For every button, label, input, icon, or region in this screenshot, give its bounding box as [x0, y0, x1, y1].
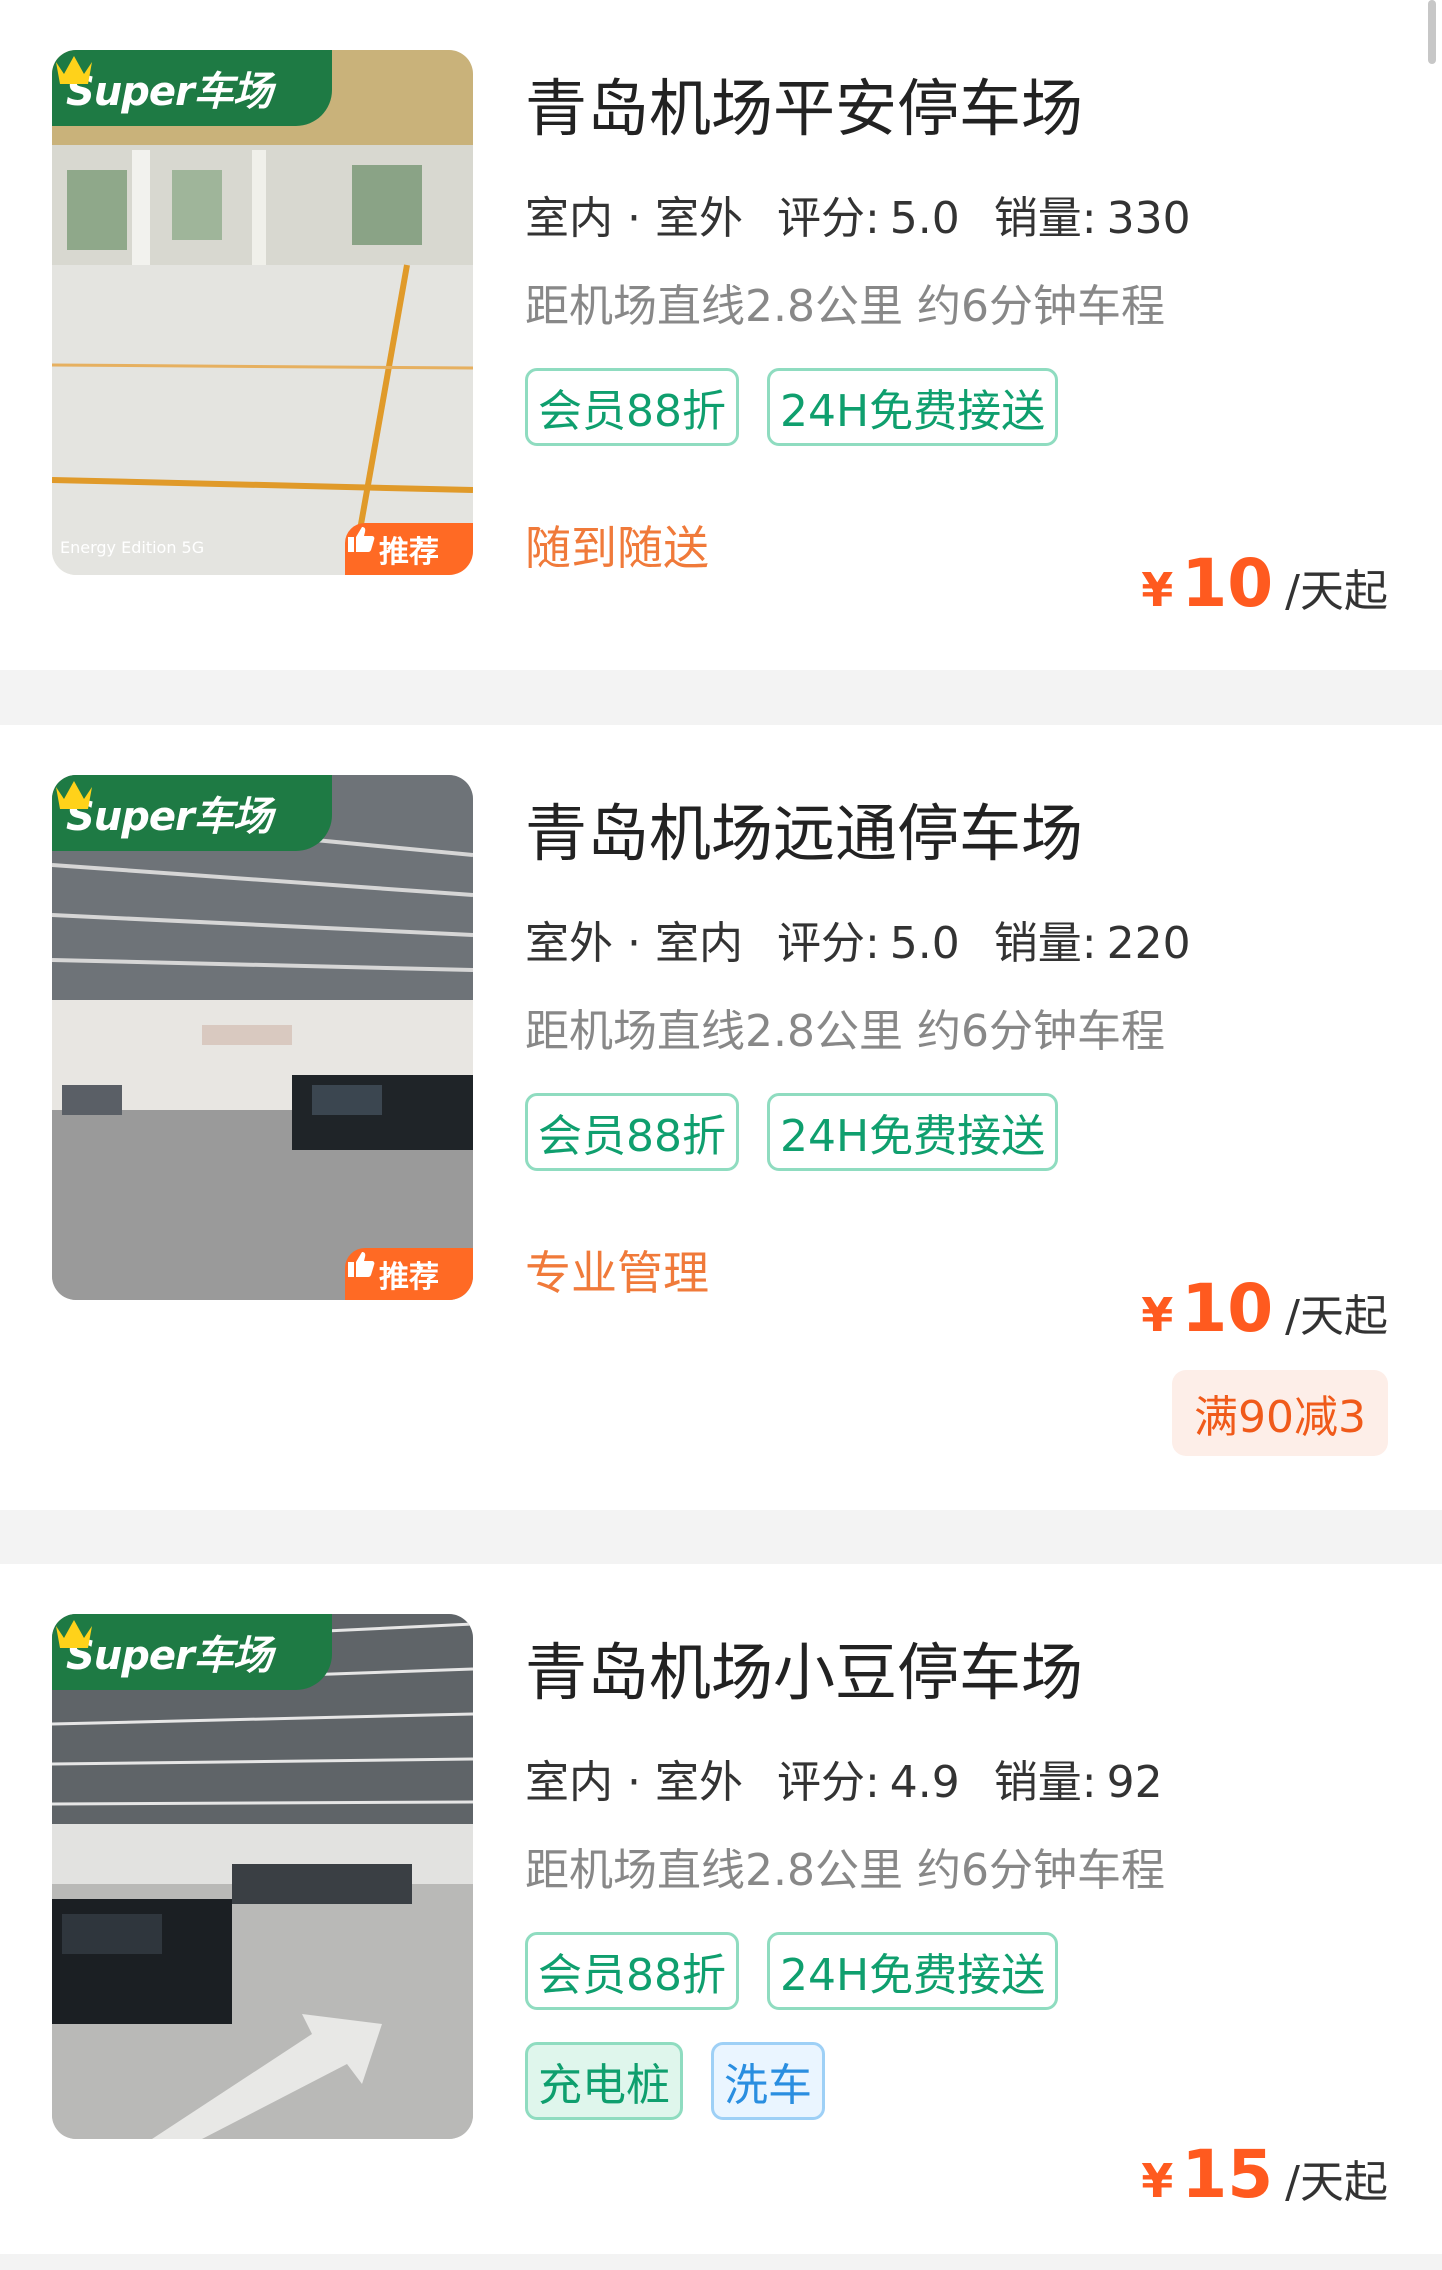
thumbs-up-icon [348, 1252, 375, 1277]
rating-label: 评分: [776, 1757, 880, 1808]
rating-label: 评分: [776, 918, 880, 969]
parking-title: 青岛机场小豆停车场 [525, 1636, 1084, 1709]
recommend-label: 推荐 [379, 535, 439, 570]
tag-row: 会员88折 24H免费接送 [525, 1093, 1059, 1171]
recommend-badge: 推荐 [345, 523, 473, 575]
large-warehouse-garage-photo [52, 1614, 473, 2139]
meta-row: 室外 · 室内 评分: 5.0 销量: 220 [525, 907, 1225, 977]
rating-label: 评分: [776, 193, 880, 244]
tag-row: 会员88折 24H免费接送 [525, 1932, 1059, 2010]
price-unit: /天起 [1285, 1291, 1388, 1342]
thumbs-up-icon [348, 527, 375, 552]
parking-photo: Super车场 推荐 [52, 775, 473, 1300]
super-badge: Super车场 [52, 50, 332, 126]
super-badge-label: Super车场 [66, 69, 273, 115]
price-unit: /天起 [1285, 566, 1388, 617]
price-symbol: ¥ [1141, 2154, 1174, 2208]
parking-title: 青岛机场远通停车场 [525, 797, 1084, 870]
sales-label: 销量: [993, 1757, 1097, 1808]
service-text: 专业管理 [525, 1246, 709, 1300]
tag-car-wash: 洗车 [711, 2042, 825, 2120]
super-badge: Super车场 [52, 775, 332, 851]
price: ¥ 10 /天起 [1141, 545, 1388, 622]
recommend-label: 推荐 [379, 1260, 439, 1295]
distance-text: 距机场直线2.8公里 约6分钟车程 [525, 1845, 1165, 1896]
sales-value: 220 [1106, 918, 1191, 969]
scrollbar[interactable] [1428, 0, 1436, 64]
rating-value: 4.9 [889, 1757, 960, 1808]
indoor-garage-photo [52, 50, 473, 575]
promo-badge: 满90减3 [1172, 1370, 1388, 1456]
warehouse-garage-photo [52, 775, 473, 1300]
tag-row: 会员88折 24H免费接送 [525, 368, 1059, 446]
parking-title: 青岛机场平安停车场 [525, 72, 1084, 145]
crown-icon [56, 1620, 92, 1648]
location-type: 室外 · 室内 [525, 907, 743, 977]
super-badge-label: Super车场 [66, 794, 273, 840]
sales-value: 92 [1106, 1757, 1163, 1808]
facility-tag-row: 充电桩 洗车 [525, 2042, 825, 2120]
meta-row: 室内 · 室外 评分: 5.0 销量: 330 [525, 182, 1225, 252]
tag-member-discount: 会员88折 [525, 1932, 739, 2010]
tag-shuttle: 24H免费接送 [767, 1932, 1059, 2010]
price: ¥ 10 /天起 [1141, 1270, 1388, 1347]
price-unit: /天起 [1285, 2157, 1388, 2208]
sales-value: 330 [1106, 193, 1191, 244]
distance-text: 距机场直线2.8公里 约6分钟车程 [525, 281, 1165, 332]
location-type-label: 室内 · 室外 [525, 193, 743, 244]
parking-card[interactable]: Super车场 青岛机场小豆停车场 室内 · 室外 评分: 4.9 销量: 92… [0, 1564, 1442, 2254]
parking-card[interactable]: Super车场 推荐 Energy Edition 5G 青岛机场平安停车场 室… [0, 0, 1442, 670]
price: ¥ 15 /天起 [1141, 2136, 1388, 2213]
price-value: 15 [1181, 2136, 1274, 2213]
distance-text: 距机场直线2.8公里 约6分钟车程 [525, 1006, 1165, 1057]
price-symbol: ¥ [1141, 1288, 1174, 1342]
location-type-label: 室内 · 室外 [525, 1757, 743, 1808]
sales-label: 销量: [993, 193, 1097, 244]
location-type: 室内 · 室外 [525, 1746, 743, 1816]
price-value: 10 [1181, 545, 1274, 622]
location-type: 室内 · 室外 [525, 182, 743, 252]
sales-label: 销量: [993, 918, 1097, 969]
tag-charging-pile: 充电桩 [525, 2042, 683, 2120]
tag-shuttle: 24H免费接送 [767, 368, 1059, 446]
crown-icon [56, 56, 92, 84]
parking-photo: Super车场 [52, 1614, 473, 2139]
tag-shuttle: 24H免费接送 [767, 1093, 1059, 1171]
tag-member-discount: 会员88折 [525, 1093, 739, 1171]
service-text: 随到随送 [525, 521, 709, 575]
location-type-label: 室外 · 室内 [525, 918, 743, 969]
super-badge: Super车场 [52, 1614, 332, 1690]
photo-caption: Energy Edition 5G [60, 538, 205, 557]
tag-member-discount: 会员88折 [525, 368, 739, 446]
parking-photo: Super车场 推荐 Energy Edition 5G [52, 50, 473, 575]
rating-value: 5.0 [889, 918, 960, 969]
super-badge-label: Super车场 [66, 1633, 273, 1679]
parking-card[interactable]: Super车场 推荐 青岛机场远通停车场 室外 · 室内 评分: 5.0 销量:… [0, 725, 1442, 1510]
rating-value: 5.0 [889, 193, 960, 244]
crown-icon [56, 781, 92, 809]
meta-row: 室内 · 室外 评分: 4.9 销量: 92 [525, 1746, 1197, 1816]
price-value: 10 [1181, 1270, 1274, 1347]
price-symbol: ¥ [1141, 563, 1174, 617]
recommend-badge: 推荐 [345, 1248, 473, 1300]
